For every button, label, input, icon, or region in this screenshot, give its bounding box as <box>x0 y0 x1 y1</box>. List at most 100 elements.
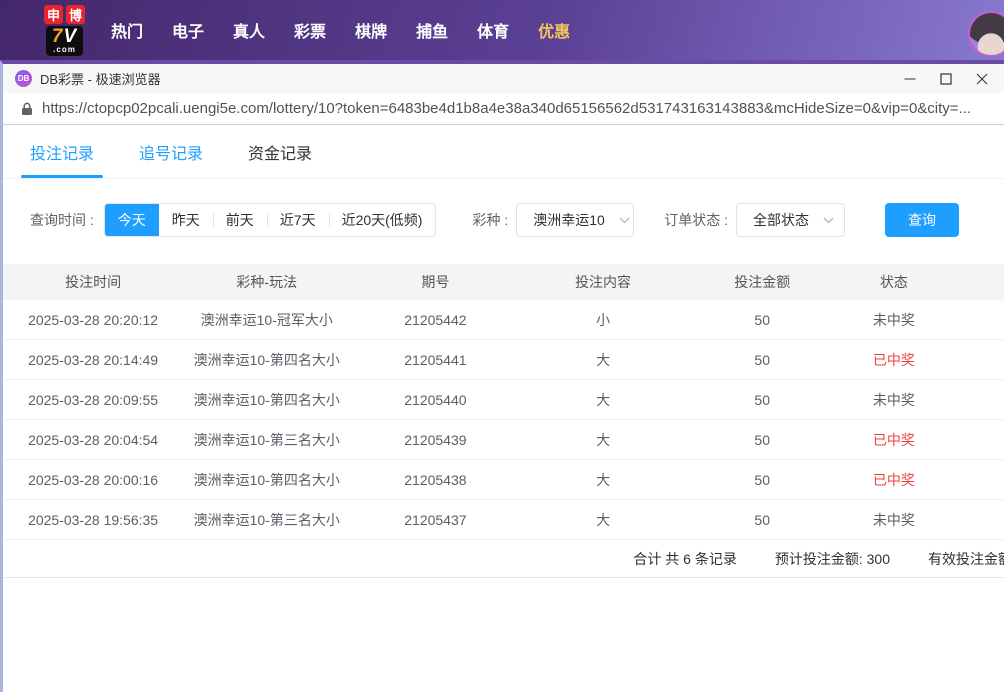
cell-game-play: 澳洲幸运10-第三名大小 <box>193 511 340 528</box>
chevron-down-icon <box>619 217 630 224</box>
cell-bet-content: 大 <box>596 351 611 368</box>
minimize-button[interactable] <box>892 65 928 92</box>
time-option-day-before[interactable]: 前天 <box>212 204 267 236</box>
tab-fund-records[interactable]: 资金记录 <box>248 125 312 178</box>
cell-bet-amount: 50 <box>754 391 770 408</box>
user-avatar[interactable] <box>968 11 1004 57</box>
nav-item-live[interactable]: 真人 <box>233 18 265 42</box>
nav-item-chess[interactable]: 棋牌 <box>355 18 387 42</box>
order-status-filter-label: 订单状态 : <box>664 212 729 228</box>
logo-badge-left: 申 <box>44 4 63 24</box>
table-row: 2025-03-28 20:09:55 澳洲幸运10-第四名大小 21205440 大… <box>3 380 1004 420</box>
cell-issue: 21205440 <box>404 391 467 408</box>
time-range-group: 今天 昨天 前天 近7天 近20天(低频) <box>103 203 437 237</box>
cell-game-play: 澳洲幸运10-第四名大小 <box>193 471 340 488</box>
time-option-last-20-days[interactable]: 近20天(低频) <box>328 204 436 236</box>
window-controls <box>892 65 1000 92</box>
window-titlebar: DB DB彩票 - 极速浏览器 <box>3 64 1004 93</box>
table-row: 2025-03-28 20:00:16 澳洲幸运10-第四名大小 21205438 大… <box>3 460 1004 500</box>
table-row: 2025-03-28 20:04:54 澳洲幸运10-第三名大小 21205439 大… <box>3 420 1004 460</box>
bet-table-body: 2025-03-28 20:20:12 澳洲幸运10-冠军大小 21205442 小 5… <box>3 300 1004 540</box>
nav-item-sports[interactable]: 体育 <box>477 18 509 42</box>
top-banner: 申 博 7V .com 热门 电子 真人 彩票 棋牌 捕鱼 体育 优惠 <box>0 0 1004 60</box>
browser-app-icon: DB <box>15 70 32 87</box>
table-row: 2025-03-28 20:20:12 澳洲幸运10-冠军大小 21205442 小 5… <box>3 300 1004 340</box>
header-cell-1: 彩种-玩法 <box>236 274 298 290</box>
time-option-last-7-days[interactable]: 近7天 <box>266 204 329 236</box>
cell-issue: 21205441 <box>404 351 467 368</box>
url-text: https://ctopcp02pcali.uengi5e.com/lotter… <box>42 100 972 117</box>
cell-status: 已中奖 <box>872 351 915 368</box>
cell-bet-amount: 50 <box>754 311 770 328</box>
logo-text: 7V <box>51 25 78 47</box>
time-option-today[interactable]: 今天 <box>104 204 159 236</box>
cell-issue: 21205442 <box>404 311 467 328</box>
cell-status: 未中奖 <box>872 391 915 408</box>
cell-status: 未中奖 <box>872 311 915 328</box>
header-cell-5: 状态 <box>879 274 908 290</box>
nav-item-fishing[interactable]: 捕鱼 <box>416 18 448 42</box>
bet-records-table: 投注时间 彩种-玩法 期号 投注内容 投注金额 状态 2025-03-28 20:20:1… <box>3 264 1004 540</box>
cell-bet-time: 2025-03-28 19:56:35 <box>28 511 159 528</box>
summary-bar: 合计 共 6 条记录 预计投注金额: 300 有效投注金额 <box>3 540 1004 578</box>
cell-bet-amount: 50 <box>754 511 770 528</box>
cell-bet-time: 2025-03-28 20:20:12 <box>28 311 159 328</box>
cell-bet-content: 大 <box>596 391 611 408</box>
main-nav: 热门 电子 真人 彩票 棋牌 捕鱼 体育 优惠 <box>111 18 570 42</box>
close-button[interactable] <box>964 65 1000 92</box>
nav-item-hot[interactable]: 热门 <box>111 18 143 42</box>
table-row: 2025-03-28 19:56:35 澳洲幸运10-第三名大小 21205437 大… <box>3 500 1004 540</box>
time-option-yesterday[interactable]: 昨天 <box>159 204 213 236</box>
table-header-row: 投注时间 彩种-玩法 期号 投注内容 投注金额 状态 <box>3 264 1004 300</box>
nav-item-lottery[interactable]: 彩票 <box>294 18 326 42</box>
header-cell-3: 投注内容 <box>575 274 632 290</box>
window-title: DB彩票 - 极速浏览器 <box>40 72 161 87</box>
cell-bet-content: 小 <box>596 311 611 328</box>
cell-game-play: 澳洲幸运10-冠军大小 <box>200 311 333 328</box>
cell-issue: 21205439 <box>404 431 467 448</box>
nav-item-electronic[interactable]: 电子 <box>172 18 204 42</box>
order-status-select-value: 全部状态 <box>753 212 810 228</box>
summary-valid-amount: 有效投注金额 <box>928 550 1004 567</box>
search-button[interactable]: 查询 <box>885 203 960 237</box>
order-status-select[interactable]: 全部状态 <box>736 203 846 237</box>
header-cell-4: 投注金额 <box>734 274 791 290</box>
site-logo[interactable]: 申 博 7V .com <box>44 4 85 56</box>
chevron-down-icon <box>823 217 834 224</box>
time-filter-label: 查询时间 : <box>30 212 94 228</box>
header-cell-2: 期号 <box>421 274 450 290</box>
cell-bet-time: 2025-03-28 20:00:16 <box>28 471 159 488</box>
browser-window: DB DB彩票 - 极速浏览器 https://ctopcp02pcali.ue… <box>0 60 1004 692</box>
address-bar[interactable]: https://ctopcp02pcali.uengi5e.com/lotter… <box>3 93 1004 125</box>
cell-bet-content: 大 <box>596 431 611 448</box>
lock-icon <box>21 102 33 116</box>
cell-bet-time: 2025-03-28 20:09:55 <box>28 391 159 408</box>
tab-bet-records[interactable]: 投注记录 <box>20 125 104 178</box>
logo-badge-right: 博 <box>66 4 85 24</box>
cell-game-play: 澳洲幸运10-第四名大小 <box>193 391 340 408</box>
cell-status: 未中奖 <box>872 511 915 528</box>
cell-bet-content: 大 <box>596 471 611 488</box>
logo-badges: 申 博 <box>44 4 85 24</box>
cell-bet-time: 2025-03-28 20:04:54 <box>28 431 159 448</box>
cell-issue: 21205437 <box>404 511 467 528</box>
tab-chase-records[interactable]: 追号记录 <box>139 125 203 178</box>
maximize-button[interactable] <box>928 65 964 92</box>
cell-status: 已中奖 <box>872 471 915 488</box>
nav-item-promo[interactable]: 优惠 <box>538 18 570 42</box>
filter-bar: 查询时间 : 今天 昨天 前天 近7天 近20天(低频) 彩种 : 澳洲幸运10 订单状… <box>3 203 1004 237</box>
header-cell-0: 投注时间 <box>65 274 122 290</box>
lottery-select-value: 澳洲幸运10 <box>533 212 605 228</box>
summary-total: 合计 共 6 条记录 <box>633 550 737 567</box>
logo-suffix: .com <box>53 44 76 54</box>
cell-bet-amount: 50 <box>754 431 770 448</box>
lottery-select[interactable]: 澳洲幸运10 <box>516 203 635 237</box>
cell-game-play: 澳洲幸运10-第四名大小 <box>193 351 340 368</box>
cell-status: 已中奖 <box>872 431 915 448</box>
table-row: 2025-03-28 20:14:49 澳洲幸运10-第四名大小 21205441 大… <box>3 340 1004 380</box>
cell-issue: 21205438 <box>404 471 467 488</box>
logo-box: 7V .com <box>45 25 84 56</box>
summary-expected-amount: 预计投注金额: 300 <box>774 550 890 567</box>
lottery-filter-label: 彩种 : <box>472 212 509 228</box>
cell-bet-content: 大 <box>596 511 611 528</box>
